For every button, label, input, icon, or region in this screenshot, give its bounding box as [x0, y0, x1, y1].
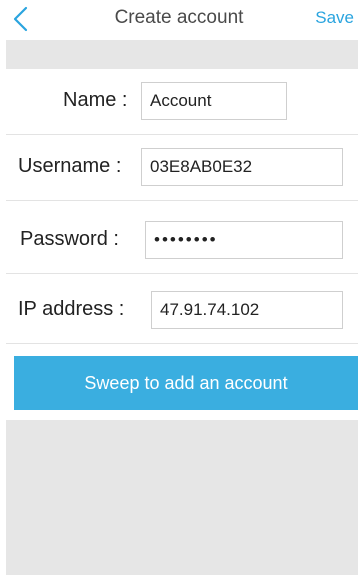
name-row: Name : Account: [6, 69, 358, 135]
top-bar: Create account Save: [0, 0, 358, 40]
ip-address-field[interactable]: 47.91.74.102: [151, 291, 343, 329]
account-form: Name : Account Username : 03E8AB0E32 Pas…: [6, 69, 358, 347]
name-field[interactable]: Account: [141, 82, 287, 120]
username-row: Username : 03E8AB0E32: [6, 135, 358, 201]
page-title: Create account: [114, 7, 244, 28]
name-label: Name :: [63, 89, 128, 111]
ip-address-label: IP address :: [18, 298, 125, 320]
password-field[interactable]: ••••••••: [145, 221, 343, 259]
sweep-to-add-account-button[interactable]: Sweep to add an account: [14, 356, 358, 410]
password-label: Password :: [20, 228, 119, 250]
ip-address-row: IP address : 47.91.74.102: [6, 278, 358, 344]
separator-band: [6, 40, 358, 69]
password-row: Password : ••••••••: [6, 208, 358, 274]
username-field[interactable]: 03E8AB0E32: [141, 148, 343, 186]
bottom-panel: [6, 420, 358, 575]
username-label: Username :: [18, 155, 122, 177]
save-button[interactable]: Save: [315, 8, 354, 28]
